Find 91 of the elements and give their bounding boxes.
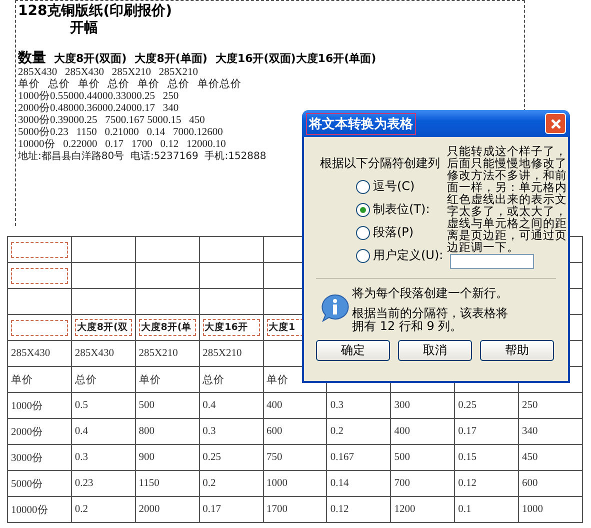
cell-text: 750 [266,452,282,463]
radio-label[interactable]: 段落(P) [373,224,414,241]
cell-text: 3000份 [11,452,43,464]
cell-text: 单价 [138,374,161,386]
cell-text: 0.4 [74,426,88,437]
close-icon [550,118,562,130]
overflow-heading: 大度16开 [202,319,260,336]
sheet-title: 128克铜版纸(印刷报价) [18,3,174,20]
cell-text: 500 [394,452,410,463]
cell-text: 0.25 [202,452,221,463]
radio-label[interactable]: 逗号(C) [373,178,415,195]
info-icon [320,293,350,323]
cell-text: 0.3 [330,400,344,411]
address-line: 地址:都昌县白洋路80号 电话:5237169 手机:152888 [18,151,266,163]
column-heading-text: 大度8开(双面) [54,51,127,66]
radio-button[interactable] [356,248,370,262]
prompt-label: 根据以下分隔符创建列 [320,155,440,172]
overflow-heading: 大度8开(单 [138,319,196,336]
radio-button[interactable] [356,180,370,194]
cell-text: 340 [522,426,538,437]
column-heading-text: 大度16开(双面)大度16开(单面) [215,51,376,66]
cell-text: 0.2 [202,478,216,489]
cell-text: 300 [394,400,410,411]
price-line: 3000份0.39000.25 7500.167 5000.15 450 [18,115,205,126]
info-text: 将为每个段落创建一个新行。 [352,287,509,300]
cell-text: 0.25 [458,400,476,411]
cell-text: 0.4 [202,400,216,411]
cell-text: 1000 [522,504,543,515]
cell-text: 单价 [266,374,288,386]
cell-text: 400 [394,426,410,437]
cell-text: 1150 [138,478,160,489]
cell-text: 0.5 [74,400,88,411]
dialog-button[interactable]: 帮助 [480,340,554,361]
cell-text: 600 [522,478,538,489]
radio-button[interactable] [356,202,370,216]
cell-text: 450 [522,452,538,463]
cell-text: 0.167 [330,452,354,463]
cell-text: 2000 [138,504,160,515]
cell-text: 1700 [266,504,288,515]
cell-text: 5000份 [11,478,43,490]
sheet-subtitle: 开幅 [70,20,99,37]
dialog-button[interactable]: 确定 [316,340,390,361]
cell-text: 0.17 [458,426,476,437]
cell-text: 总价 [74,374,97,386]
cell-text: 1000份 [11,400,43,412]
price-line: 2000份0.48000.36000.24000.17 340 [18,103,179,114]
price-line: 5000份0.23 1150 0.21000 0.14 7000.12600 [18,127,223,138]
cell-text: 250 [522,400,538,411]
cell-text: 单价 [11,374,33,386]
cell-text: 10000份 [11,504,48,516]
annotation-text: 只能转成这个样子了，后面只能慢慢地修改了修改方法不多讲，和前面一样，另：单元格内红色虚线出来的表示文字太多了，或太大了，虚线与单元格之间的距离是页边距，可通过页边距调一下。 [447,145,568,253]
cell-text: 400 [266,400,282,411]
radio-button[interactable] [356,226,370,240]
cell-text: 2000份 [11,426,43,438]
cell-text: 0.12 [458,478,476,489]
price-line: 1000份0.55000.44000.33000.25 250 [18,91,179,102]
cell-text: 285X210 [138,348,178,359]
price-line: 10000份 0.22000 0.17 1700 0.12 12000.10 [18,139,226,150]
input-field[interactable] [450,254,534,269]
cell-text: 285X430 [11,348,50,359]
cell-text: 0.2 [74,504,88,515]
radio-label[interactable]: 制表位(T): [373,201,430,218]
cell-text: 900 [138,452,154,463]
cell-text: 0.2 [330,426,344,437]
info-text: 根据当前的分隔符，该表格将拥有 12 行和 9 列。 [352,307,509,333]
cell-text: 0.15 [458,452,476,463]
close-button[interactable] [545,113,566,134]
cell-text: 0.14 [330,478,349,489]
cell-text: 0.3 [74,452,88,463]
price-line: 285X430 285X430 285X210 285X210 [18,67,198,78]
dialog-title: 将文本转换为表格 [306,112,416,134]
cell-text: 1000 [266,478,288,489]
cell-text: 500 [138,400,154,411]
cell-text: 0.17 [202,504,221,515]
cell-text: 700 [394,478,410,489]
cell-text: 1200 [394,504,416,515]
cell-text: 0.3 [202,426,216,437]
cell-text: 285X210 [202,348,242,359]
cell-text: 800 [138,426,154,437]
price-line: 单价 总价 单价 总价 单价 总价 单价总价 [18,79,242,90]
cell-text: 总价 [202,374,225,386]
radio-label[interactable]: 用户定义(U): [373,247,444,264]
cell-text: 600 [266,426,282,437]
overflow-heading: 大度8开(双 [74,319,132,336]
column-heading-text: 大度8开(单面) [134,51,208,66]
cell-text: 0.12 [330,504,349,515]
dialog-button[interactable]: 取消 [398,340,472,361]
cell-text: 0.1 [458,504,472,515]
cell-text: 0.23 [74,478,94,489]
column-heading-text: 数量 [18,49,46,67]
cell-text: 285X430 [74,348,114,359]
